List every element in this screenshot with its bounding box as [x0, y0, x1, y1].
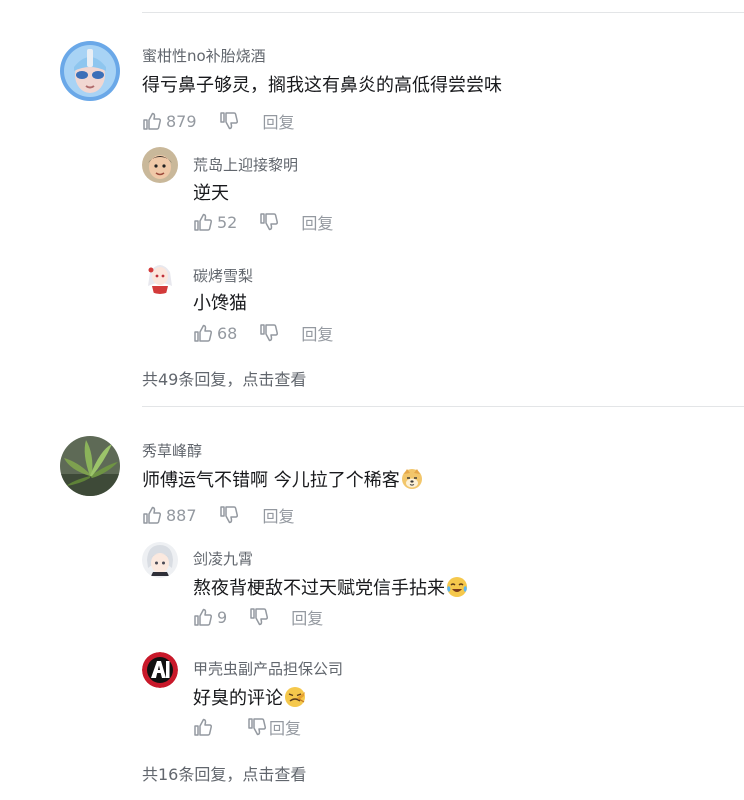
like-count: 68 [217, 323, 238, 343]
reply-text: 好臭的评论 [193, 686, 306, 711]
like-button[interactable]: 52 [193, 212, 237, 232]
like-button[interactable] [193, 717, 217, 737]
avatar[interactable] [142, 652, 178, 688]
dislike-button[interactable] [219, 111, 239, 131]
dislike-button[interactable] [247, 717, 267, 737]
divider [142, 406, 744, 407]
thumbs-down-icon [249, 607, 269, 627]
thumbs-down-icon [247, 717, 267, 737]
thumbs-up-icon [142, 505, 162, 525]
thumbs-up-icon [142, 111, 162, 131]
like-button[interactable]: 9 [193, 607, 227, 627]
like-count: 887 [166, 505, 197, 525]
thumbs-down-icon [219, 111, 239, 131]
doge-emoji-icon [401, 468, 423, 490]
like-count: 879 [166, 111, 197, 131]
reply-actions: 9 回复 [193, 606, 323, 628]
username[interactable]: 剑凌九霄 [193, 548, 253, 569]
thumbs-up-icon [193, 607, 213, 627]
comment-actions: 879 回复 [142, 110, 295, 132]
reply-button[interactable]: 回复 [301, 210, 333, 234]
thumbs-up-icon [193, 212, 213, 232]
reply-text-content: 好臭的评论 [193, 688, 283, 709]
dislike-button[interactable] [259, 323, 279, 343]
reply-button[interactable]: 回复 [269, 715, 301, 739]
reply-button[interactable]: 回复 [301, 321, 333, 345]
dislike-button[interactable] [259, 212, 279, 232]
username[interactable]: 甲壳虫副产品担保公司 [193, 658, 343, 679]
avatar[interactable] [60, 436, 120, 496]
reply-button[interactable]: 回复 [263, 109, 295, 133]
like-button[interactable]: 68 [193, 323, 237, 343]
avatar[interactable] [60, 41, 120, 101]
comment-text: 得亏鼻子够灵，搁我这有鼻炎的高低得尝尝味 [142, 75, 502, 96]
comment-actions: 887 回复 [142, 504, 295, 526]
reply-button[interactable]: 回复 [291, 605, 323, 629]
thumbs-down-icon [259, 212, 279, 232]
avatar[interactable] [142, 258, 178, 294]
username[interactable]: 蜜柑性no补胎烧酒 [142, 45, 266, 66]
reply-actions: 回复 [193, 716, 301, 738]
avatar[interactable] [142, 542, 178, 578]
like-button[interactable]: 879 [142, 111, 197, 131]
comment-text-content: 师傅运气不错啊 今儿拉了个稀客 [142, 470, 400, 491]
reply-actions: 68 回复 [193, 322, 333, 344]
reply-button[interactable]: 回复 [263, 503, 295, 527]
thumbs-down-icon [219, 505, 239, 525]
username[interactable]: 碳烤雪梨 [193, 265, 253, 286]
reply-text: 小馋猫 [193, 293, 247, 314]
username[interactable]: 秀草峰醇 [142, 440, 202, 461]
comment-section: 蜜柑性no补胎烧酒 得亏鼻子够灵，搁我这有鼻炎的高低得尝尝味 879 回复 荒岛… [0, 0, 744, 800]
like-count: 9 [217, 607, 228, 627]
reply-text-content: 熬夜背梗敌不过天赋党信手拈来 [193, 578, 445, 599]
avatar[interactable] [142, 147, 178, 183]
comment-text: 师傅运气不错啊 今儿拉了个稀客 [142, 468, 423, 493]
view-more-replies-link[interactable]: 共16条回复，点击查看 [142, 761, 306, 785]
reply-actions: 52 回复 [193, 211, 333, 233]
dislike-button[interactable] [219, 505, 239, 525]
thumbs-down-icon [259, 323, 279, 343]
reply-text: 熬夜背梗敌不过天赋党信手拈来 [193, 576, 468, 601]
like-button[interactable]: 887 [142, 505, 197, 525]
username[interactable]: 荒岛上迎接黎明 [193, 154, 298, 175]
thumbs-up-icon [193, 323, 213, 343]
like-count: 52 [217, 212, 238, 232]
laughing-crying-emoji-icon [446, 576, 468, 598]
reply-text: 逆天 [193, 183, 229, 204]
dislike-button[interactable] [249, 607, 269, 627]
thumbs-up-icon [193, 717, 213, 737]
disgust-emoji-icon [284, 686, 306, 708]
view-more-replies-link[interactable]: 共49条回复，点击查看 [142, 366, 306, 390]
divider [142, 12, 744, 13]
